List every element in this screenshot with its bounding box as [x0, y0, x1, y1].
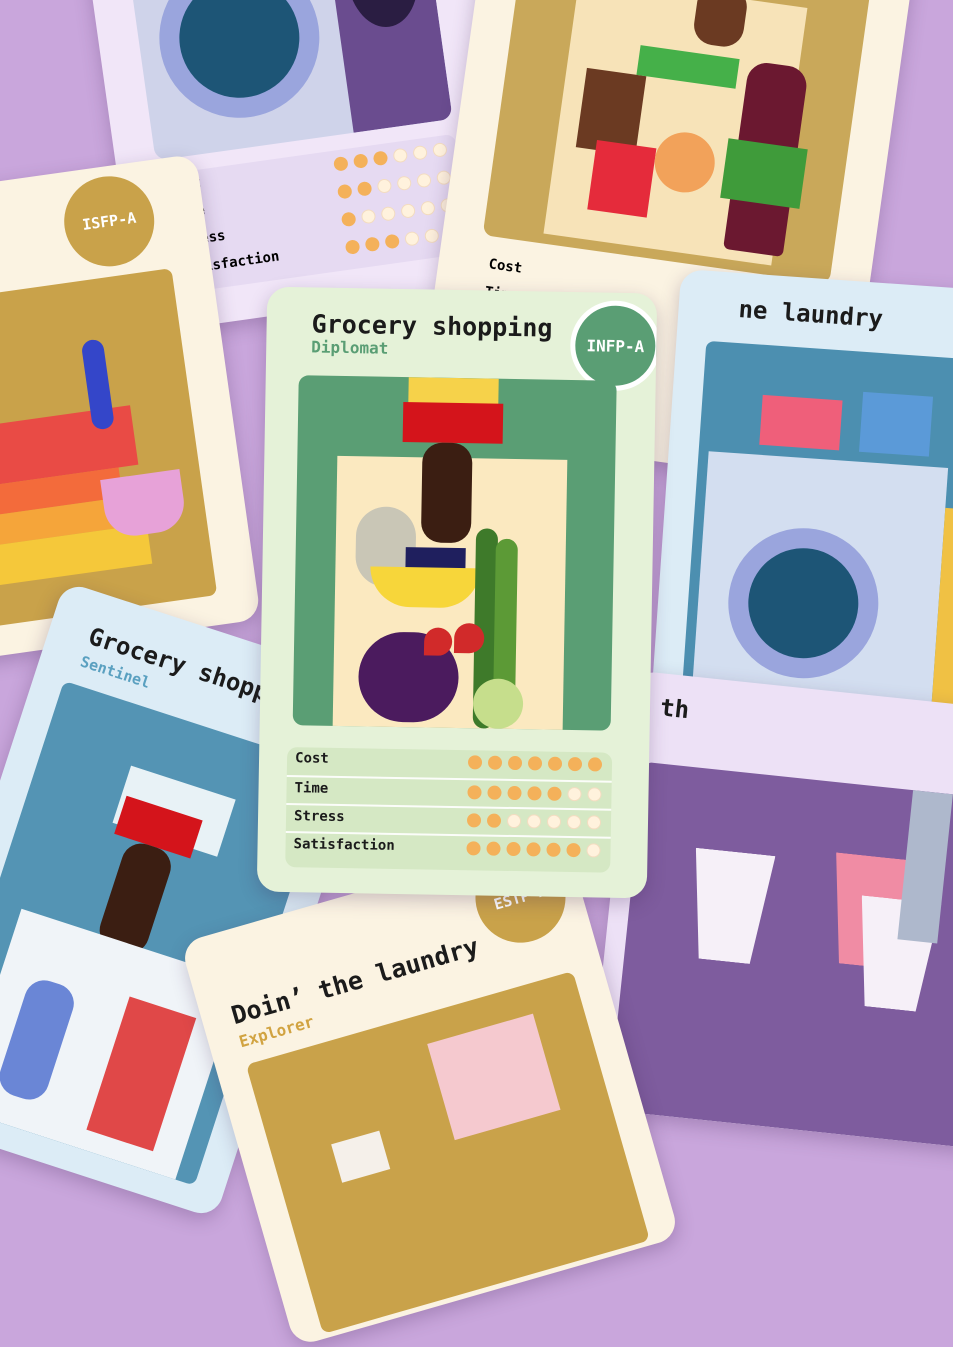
card-art-treats: [482, 0, 872, 284]
badge-label: ISFP-A: [81, 208, 138, 234]
card-art-washer: [126, 0, 453, 161]
stat-label-cost: Cost: [294, 750, 329, 767]
card-art-dishes: [607, 761, 953, 1150]
rating-dots: [466, 841, 601, 858]
stat-row-satisfaction: Satisfaction: [285, 831, 611, 863]
stat-label-cost: Cost: [487, 256, 524, 277]
rating-dots: [340, 197, 456, 228]
card-title: ne laundry: [737, 295, 884, 334]
rating-dots: [466, 813, 602, 830]
stat-label-satisfaction: Satisfaction: [293, 836, 395, 854]
card-center[interactable]: Grocery shopping Diplomat INFP-A Cost Ti…: [256, 286, 658, 899]
stat-label-stress: Stress: [293, 808, 345, 826]
stat-label-time: Time: [294, 780, 329, 797]
card-title: th: [658, 693, 691, 725]
card-art-washer: [681, 340, 953, 722]
rating-dots: [336, 169, 452, 200]
stats-panel: Cost Time Stress Satisfaction: [285, 747, 613, 873]
card-subtitle: Diplomat: [311, 337, 389, 358]
card-art-grocery: [292, 375, 617, 731]
rating-dots: [332, 142, 448, 172]
badge-label: INFP-A: [586, 335, 645, 356]
rating-dots: [467, 785, 602, 802]
stat-row-cost: Cost: [287, 747, 612, 777]
type-badge: ISFP-A: [58, 170, 161, 273]
stat-row-time: Time: [286, 775, 612, 807]
card-art-dishes: [0, 268, 218, 630]
type-badge: INFP-A: [569, 299, 658, 392]
stat-row-stress: Stress: [285, 803, 612, 835]
rating-dots: [467, 755, 603, 772]
